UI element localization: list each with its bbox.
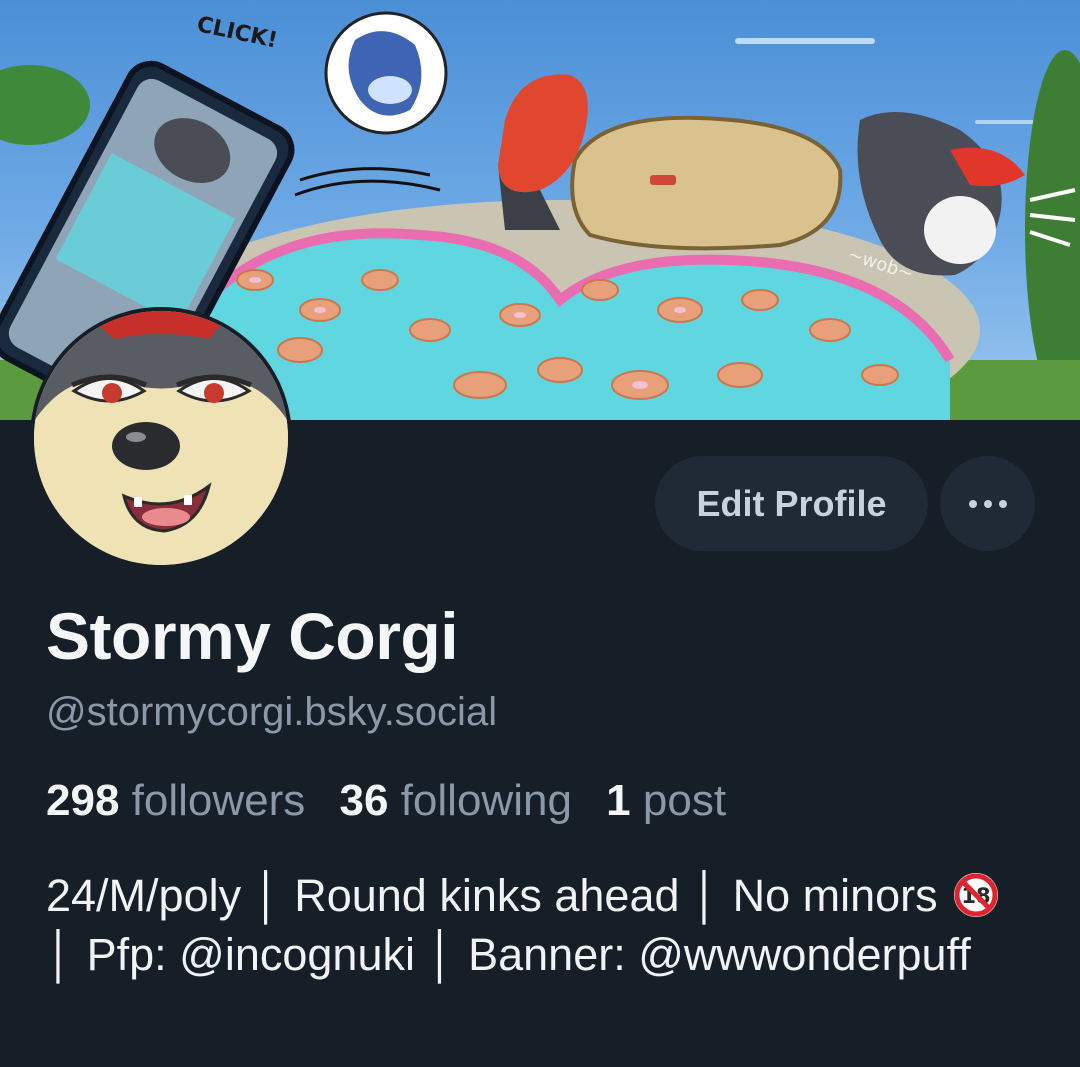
- edit-profile-button[interactable]: Edit Profile: [655, 456, 928, 551]
- ellipsis-icon: [968, 499, 1007, 508]
- bio-text-part1: 24/M/poly │ Round kinks ahead │ No minor…: [46, 870, 938, 921]
- followers-count: 298: [46, 776, 120, 825]
- following-count: 36: [339, 776, 389, 825]
- avatar-image: [34, 311, 288, 565]
- followers-label: followers: [131, 776, 306, 825]
- profile-handle: @stormycorgi.bsky.social: [46, 690, 498, 734]
- more-options-button[interactable]: [940, 456, 1035, 551]
- profile-page: CLICK! ~wob~ Edit Profile Stormy Corgi @…: [0, 0, 1080, 1067]
- following-label: following: [400, 776, 572, 825]
- followers-link[interactable]: 298 followers: [46, 776, 305, 825]
- profile-avatar[interactable]: [30, 307, 292, 569]
- posts-count: 1: [606, 776, 631, 825]
- display-name: Stormy Corgi: [46, 599, 459, 673]
- following-link[interactable]: 36 following: [340, 776, 572, 825]
- no-under-18-icon: 18: [954, 873, 999, 917]
- posts-label: post: [642, 776, 727, 825]
- posts-count-group: 1 post: [606, 776, 726, 825]
- bio-text-part2: │ Pfp: @incognuki │ Banner: @wwwonderpuf…: [46, 929, 971, 980]
- profile-stats: 298 followers 36 following 1 post: [46, 776, 726, 826]
- profile-bio: 24/M/poly │ Round kinks ahead │ No minor…: [46, 866, 1036, 984]
- banner-sfx-click: CLICK!: [195, 12, 280, 53]
